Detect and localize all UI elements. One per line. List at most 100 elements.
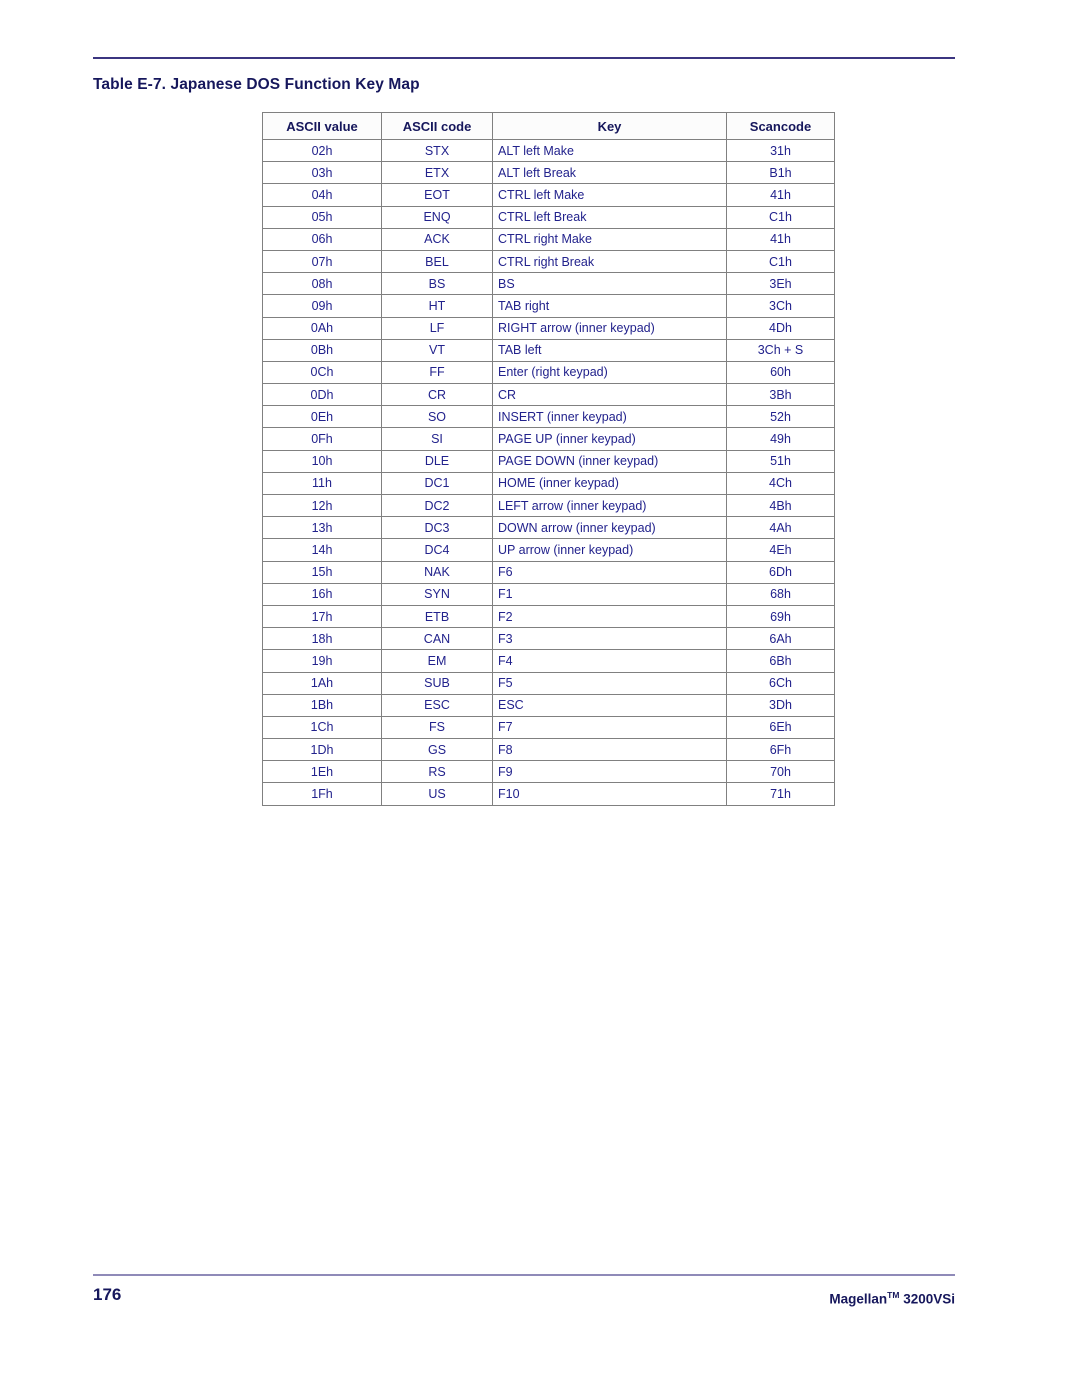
cell-scancode: 4Ah bbox=[726, 516, 835, 540]
cell-ascii-value: 14h bbox=[262, 538, 382, 562]
cell-scancode: 49h bbox=[726, 427, 835, 451]
cell-ascii-value: 18h bbox=[262, 627, 382, 651]
cell-scancode: C1h bbox=[726, 249, 835, 274]
cell-ascii-code: NAK bbox=[381, 560, 493, 584]
column-header-ascii-code: ASCII code bbox=[381, 112, 493, 140]
cell-ascii-code: BEL bbox=[381, 249, 493, 274]
table-row: 12h DC2 LEFT arrow (inner keypad) 4Bh bbox=[262, 493, 835, 518]
table-row: 19h EM F4 6Bh bbox=[262, 649, 835, 673]
cell-ascii-code: FF bbox=[381, 360, 493, 385]
document-page: Table E-7. Japanese DOS Function Key Map… bbox=[0, 0, 1080, 1397]
cell-key: ALT left Break bbox=[492, 161, 727, 185]
cell-scancode: 4Bh bbox=[726, 493, 835, 518]
cell-ascii-code: CAN bbox=[381, 627, 493, 651]
cell-scancode: B1h bbox=[726, 161, 835, 185]
cell-ascii-value: 0Dh bbox=[262, 383, 382, 407]
cell-scancode: 6Fh bbox=[726, 738, 835, 762]
cell-key: DOWN arrow (inner keypad) bbox=[492, 516, 727, 540]
table-row: 15h NAK F6 6Dh bbox=[262, 560, 835, 584]
cell-key: CR bbox=[492, 383, 727, 407]
cell-scancode: 3Dh bbox=[726, 693, 835, 717]
page-number: 176 bbox=[93, 1285, 122, 1304]
cell-ascii-value: 10h bbox=[262, 449, 382, 473]
footer-brand: MagellanTM 3200VSi bbox=[829, 1290, 955, 1307]
cell-ascii-code: DC1 bbox=[381, 471, 493, 496]
cell-scancode: 6Ah bbox=[726, 627, 835, 651]
cell-ascii-code: FS bbox=[381, 715, 493, 740]
cell-ascii-code: SUB bbox=[381, 671, 493, 695]
cell-scancode: 6Eh bbox=[726, 715, 835, 740]
cell-key: Enter (right keypad) bbox=[492, 360, 727, 385]
cell-key: F7 bbox=[492, 715, 727, 740]
cell-ascii-value: 1Fh bbox=[262, 782, 382, 806]
cell-scancode: 6Bh bbox=[726, 649, 835, 673]
cell-key: INSERT (inner keypad) bbox=[492, 405, 727, 429]
table-row: 1Dh GS F8 6Fh bbox=[262, 738, 835, 762]
cell-ascii-value: 02h bbox=[262, 138, 382, 163]
table-row: 0Dh CR CR 3Bh bbox=[262, 383, 835, 407]
cell-key: F5 bbox=[492, 671, 727, 695]
cell-key: LEFT arrow (inner keypad) bbox=[492, 493, 727, 518]
cell-ascii-value: 16h bbox=[262, 582, 382, 606]
cell-ascii-value: 05h bbox=[262, 205, 382, 229]
cell-key: CTRL left Break bbox=[492, 205, 727, 229]
cell-ascii-value: 1Ch bbox=[262, 715, 382, 740]
cell-ascii-value: 1Dh bbox=[262, 738, 382, 762]
cell-ascii-code: ENQ bbox=[381, 205, 493, 229]
cell-ascii-value: 0Bh bbox=[262, 338, 382, 362]
table-row: 08h BS BS 3Eh bbox=[262, 272, 835, 296]
cell-key: RIGHT arrow (inner keypad) bbox=[492, 316, 727, 340]
cell-ascii-value: 09h bbox=[262, 294, 382, 318]
cell-ascii-code: SYN bbox=[381, 582, 493, 606]
table-row: 18h CAN F3 6Ah bbox=[262, 627, 835, 651]
cell-scancode: 3Eh bbox=[726, 272, 835, 296]
cell-ascii-code: ESC bbox=[381, 693, 493, 717]
cell-ascii-code: DC2 bbox=[381, 493, 493, 518]
cell-ascii-value: 11h bbox=[262, 471, 382, 496]
table-row: 1Ch FS F7 6Eh bbox=[262, 715, 835, 740]
cell-ascii-value: 0Ch bbox=[262, 360, 382, 385]
cell-ascii-code: DLE bbox=[381, 449, 493, 473]
cell-ascii-value: 08h bbox=[262, 272, 382, 296]
cell-ascii-value: 0Eh bbox=[262, 405, 382, 429]
cell-key: F10 bbox=[492, 782, 727, 806]
cell-ascii-value: 0Fh bbox=[262, 427, 382, 451]
table-row: 05h ENQ CTRL left Break C1h bbox=[262, 205, 835, 229]
cell-ascii-code: HT bbox=[381, 294, 493, 318]
cell-key: PAGE UP (inner keypad) bbox=[492, 427, 727, 451]
cell-ascii-value: 1Bh bbox=[262, 693, 382, 717]
table-row: 1Bh ESC ESC 3Dh bbox=[262, 693, 835, 717]
cell-scancode: 6Dh bbox=[726, 560, 835, 584]
cell-scancode: 4Ch bbox=[726, 471, 835, 496]
table-row: 1Ah SUB F5 6Ch bbox=[262, 671, 835, 695]
cell-ascii-code: EOT bbox=[381, 183, 493, 207]
cell-scancode: 3Ch bbox=[726, 294, 835, 318]
cell-ascii-code: RS bbox=[381, 760, 493, 784]
cell-ascii-code: SI bbox=[381, 427, 493, 451]
cell-scancode: 70h bbox=[726, 760, 835, 784]
cell-scancode: 6Ch bbox=[726, 671, 835, 695]
table-row: 0Ah LF RIGHT arrow (inner keypad) 4Dh bbox=[262, 316, 835, 340]
cell-ascii-code: DC3 bbox=[381, 516, 493, 540]
table-header: ASCII value ASCII code Key Scancode bbox=[262, 112, 835, 140]
table-row: 17h ETB F2 69h bbox=[262, 604, 835, 629]
function-key-map-table: ASCII value ASCII code Key Scancode 02h S… bbox=[262, 112, 835, 806]
cell-ascii-code: BS bbox=[381, 272, 493, 296]
cell-key: F2 bbox=[492, 604, 727, 629]
table-row: 0Eh SO INSERT (inner keypad) 52h bbox=[262, 405, 835, 429]
cell-ascii-value: 12h bbox=[262, 493, 382, 518]
cell-scancode: 3Ch + S bbox=[726, 338, 835, 362]
cell-scancode: 52h bbox=[726, 405, 835, 429]
cell-ascii-code: SO bbox=[381, 405, 493, 429]
cell-ascii-code: STX bbox=[381, 138, 493, 163]
brand-name: Magellan bbox=[829, 1291, 888, 1307]
cell-key: F1 bbox=[492, 582, 727, 606]
table-row: 07h BEL CTRL right Break C1h bbox=[262, 249, 835, 274]
cell-key: ALT left Make bbox=[492, 138, 727, 163]
cell-key: CTRL right Make bbox=[492, 227, 727, 251]
cell-ascii-value: 1Eh bbox=[262, 760, 382, 784]
cell-scancode: 3Bh bbox=[726, 383, 835, 407]
cell-ascii-code: US bbox=[381, 782, 493, 806]
cell-ascii-value: 06h bbox=[262, 227, 382, 251]
cell-ascii-value: 15h bbox=[262, 560, 382, 584]
